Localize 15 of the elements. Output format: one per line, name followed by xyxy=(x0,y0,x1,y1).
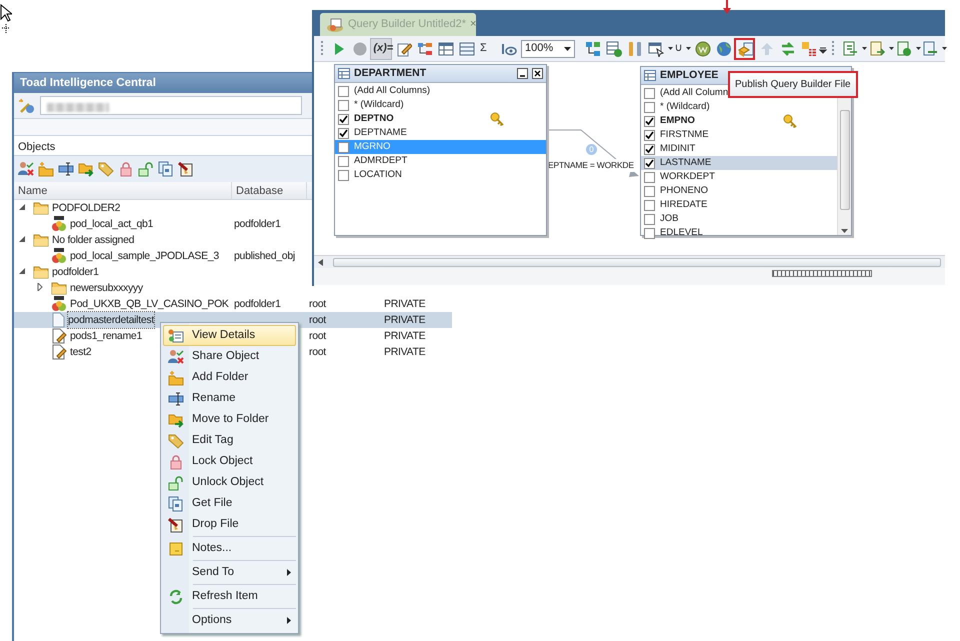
table-cell-text: published_obj xyxy=(233,249,296,264)
table-cell-text: PRIVATE xyxy=(383,345,426,360)
table-cell-text: PRIVATE xyxy=(383,313,426,328)
table-title: EMPLOYEE xyxy=(660,68,718,83)
table-cell-text: root xyxy=(308,329,328,344)
tab-title: Query Builder Untitled2* xyxy=(348,17,466,32)
table-cell-text: root xyxy=(308,297,328,312)
table-cell-text: root xyxy=(308,313,328,328)
table-cell-text: PRIVATE xyxy=(383,329,426,344)
table-cell-text: root xyxy=(308,345,328,360)
table-cell-text: PRIVATE xyxy=(383,297,426,312)
tooltip: Publish Query Builder File xyxy=(728,71,858,98)
join-count: 0 xyxy=(586,144,597,155)
table-cell-text: podfolder1 xyxy=(233,217,282,232)
table-cell-text: podfolder1 xyxy=(233,297,282,312)
